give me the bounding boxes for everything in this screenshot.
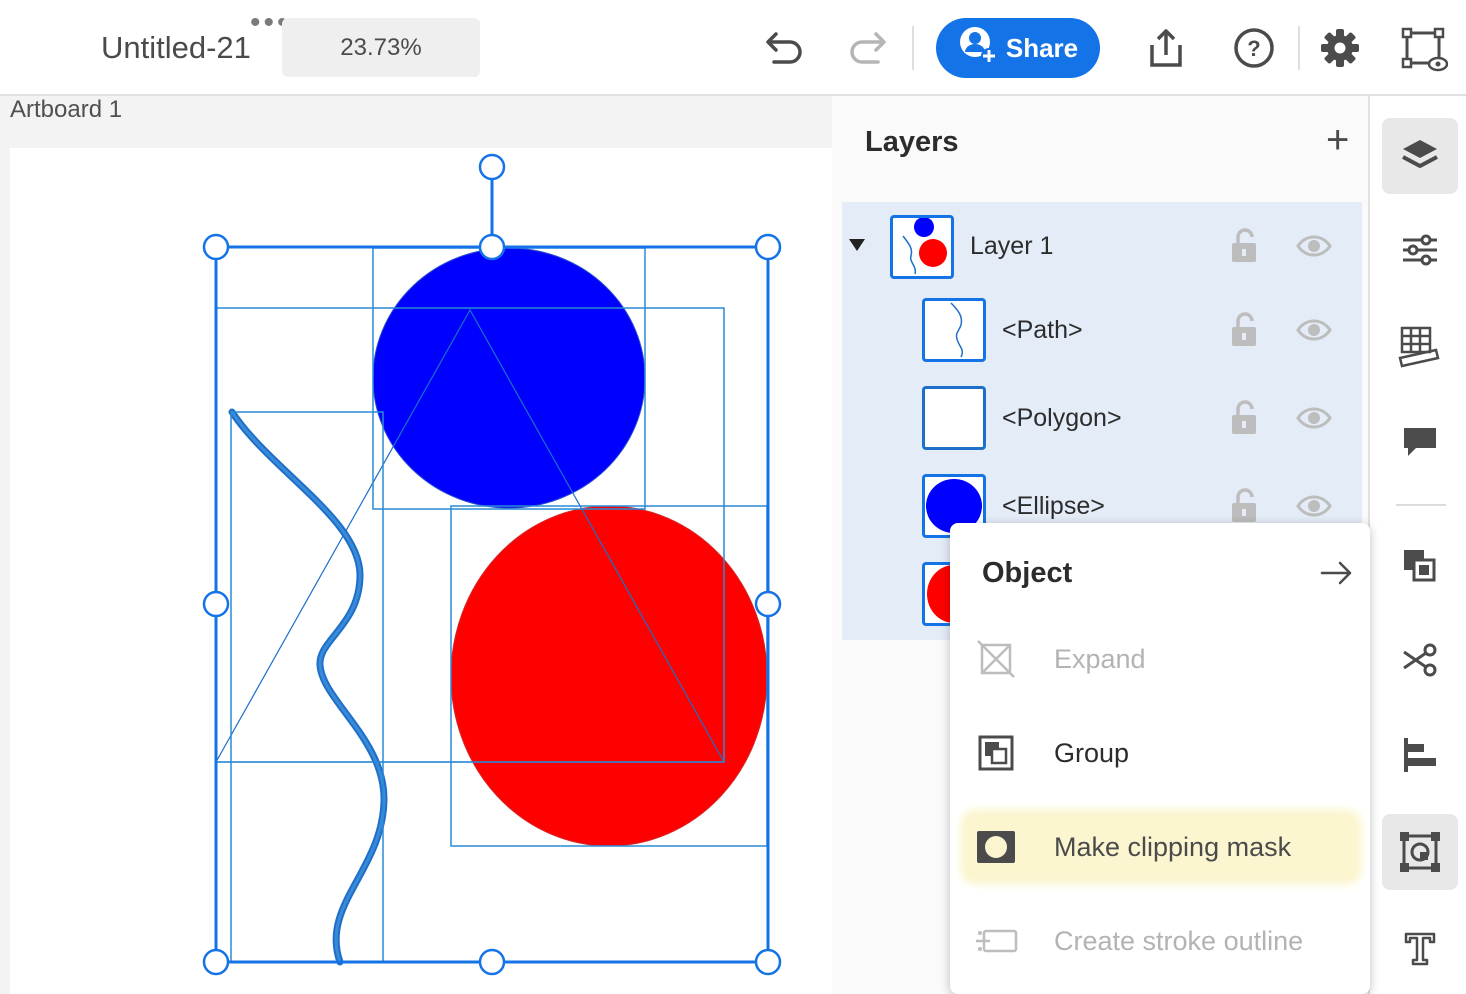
layer-name: <Polygon>	[1002, 404, 1122, 432]
toolbar-divider	[1298, 26, 1300, 70]
blue-ellipse[interactable]	[372, 247, 646, 509]
resize-handle	[202, 590, 230, 618]
menu-item-label: Group	[1054, 737, 1130, 768]
unlock-icon[interactable]	[1230, 488, 1258, 524]
visibility-eye-icon[interactable]	[1296, 406, 1332, 430]
rotate-handle	[478, 153, 506, 181]
rail-divider	[1396, 504, 1446, 506]
resize-handle	[478, 948, 506, 976]
grid-ruler-icon[interactable]	[1382, 308, 1458, 384]
visibility-eye-icon[interactable]	[1296, 494, 1332, 518]
layer-thumbnail	[890, 215, 954, 279]
clipping-mask-icon	[966, 829, 1026, 865]
settings-icon[interactable]	[1316, 24, 1364, 72]
svg-text:?: ?	[1247, 36, 1260, 61]
unlock-icon[interactable]	[1230, 312, 1258, 348]
scissors-icon[interactable]	[1382, 622, 1458, 698]
layer-name: Layer 1	[970, 232, 1054, 260]
canvas-area[interactable]: Artboard 1	[0, 96, 832, 994]
menu-title: Object	[982, 557, 1073, 589]
share-button[interactable]: Share	[936, 18, 1100, 78]
layer-row-polygon[interactable]: <Polygon>	[842, 382, 1362, 462]
align-icon[interactable]	[1382, 716, 1458, 792]
expand-icon	[966, 639, 1026, 679]
layers-icon[interactable]	[1382, 118, 1458, 194]
layer-row-layer1[interactable]: Layer 1	[842, 206, 1362, 286]
text-icon[interactable]	[1382, 910, 1458, 986]
object-icon[interactable]	[1382, 814, 1458, 890]
undo-icon[interactable]	[758, 28, 806, 68]
resize-handle	[754, 233, 782, 261]
redo-icon[interactable]	[846, 28, 894, 68]
resize-handle	[202, 948, 230, 976]
menu-item-expand[interactable]: Expand	[966, 627, 1356, 691]
unlock-icon[interactable]	[1230, 400, 1258, 436]
share-button-label: Share	[1005, 32, 1079, 63]
polygon-thumbnail	[922, 386, 986, 450]
visibility-eye-icon[interactable]	[1296, 234, 1332, 258]
zoom-value: 23.73%	[340, 33, 422, 61]
comment-icon[interactable]	[1382, 404, 1458, 480]
right-tool-rail	[1368, 96, 1466, 994]
top-bar: Untitled-21 ••• 23.73% Share ?	[0, 0, 1466, 96]
add-layer-icon[interactable]: +	[1326, 118, 1349, 163]
document-title[interactable]: Untitled-21	[101, 30, 251, 66]
properties-icon[interactable]	[1382, 212, 1458, 288]
help-icon[interactable]: ?	[1230, 24, 1278, 72]
group-icon	[966, 733, 1026, 773]
menu-item-group[interactable]: Group	[966, 721, 1356, 785]
menu-item-label: Expand	[1054, 643, 1146, 674]
resize-handle	[754, 948, 782, 976]
arrow-right-icon[interactable]	[1320, 559, 1354, 587]
export-icon[interactable]	[1142, 24, 1190, 72]
layer-name: <Path>	[1002, 316, 1083, 344]
arrange-icon[interactable]	[1382, 528, 1458, 604]
path-thumbnail	[922, 298, 986, 362]
prototype-icon[interactable]	[1398, 24, 1450, 76]
menu-item-label: Make clipping mask	[1054, 831, 1292, 862]
layer-name: <Ellipse>	[1002, 492, 1105, 520]
share-user-icon	[958, 25, 998, 72]
resize-handle	[202, 233, 230, 261]
unlock-icon[interactable]	[1230, 228, 1258, 264]
object-context-menu: Object Expand Group Make clipping mask C…	[950, 523, 1370, 994]
stroke-outline-icon	[966, 923, 1026, 959]
visibility-eye-icon[interactable]	[1296, 318, 1332, 342]
zoom-level-field[interactable]: 23.73%	[282, 18, 480, 77]
menu-item-label: Create stroke outline	[1054, 925, 1304, 956]
resize-handle	[478, 233, 506, 261]
layers-panel-title: Layers	[865, 126, 959, 158]
menu-item-make-clipping-mask[interactable]: Make clipping mask	[966, 815, 1356, 879]
menu-item-create-stroke-outline[interactable]: Create stroke outline	[966, 909, 1356, 973]
expand-caret-icon[interactable]	[848, 238, 866, 252]
layer-row-path[interactable]: <Path>	[842, 294, 1362, 374]
resize-handle	[754, 590, 782, 618]
toolbar-divider	[912, 26, 914, 70]
menu-pointer	[1368, 834, 1382, 866]
artwork-canvas[interactable]	[0, 96, 832, 994]
